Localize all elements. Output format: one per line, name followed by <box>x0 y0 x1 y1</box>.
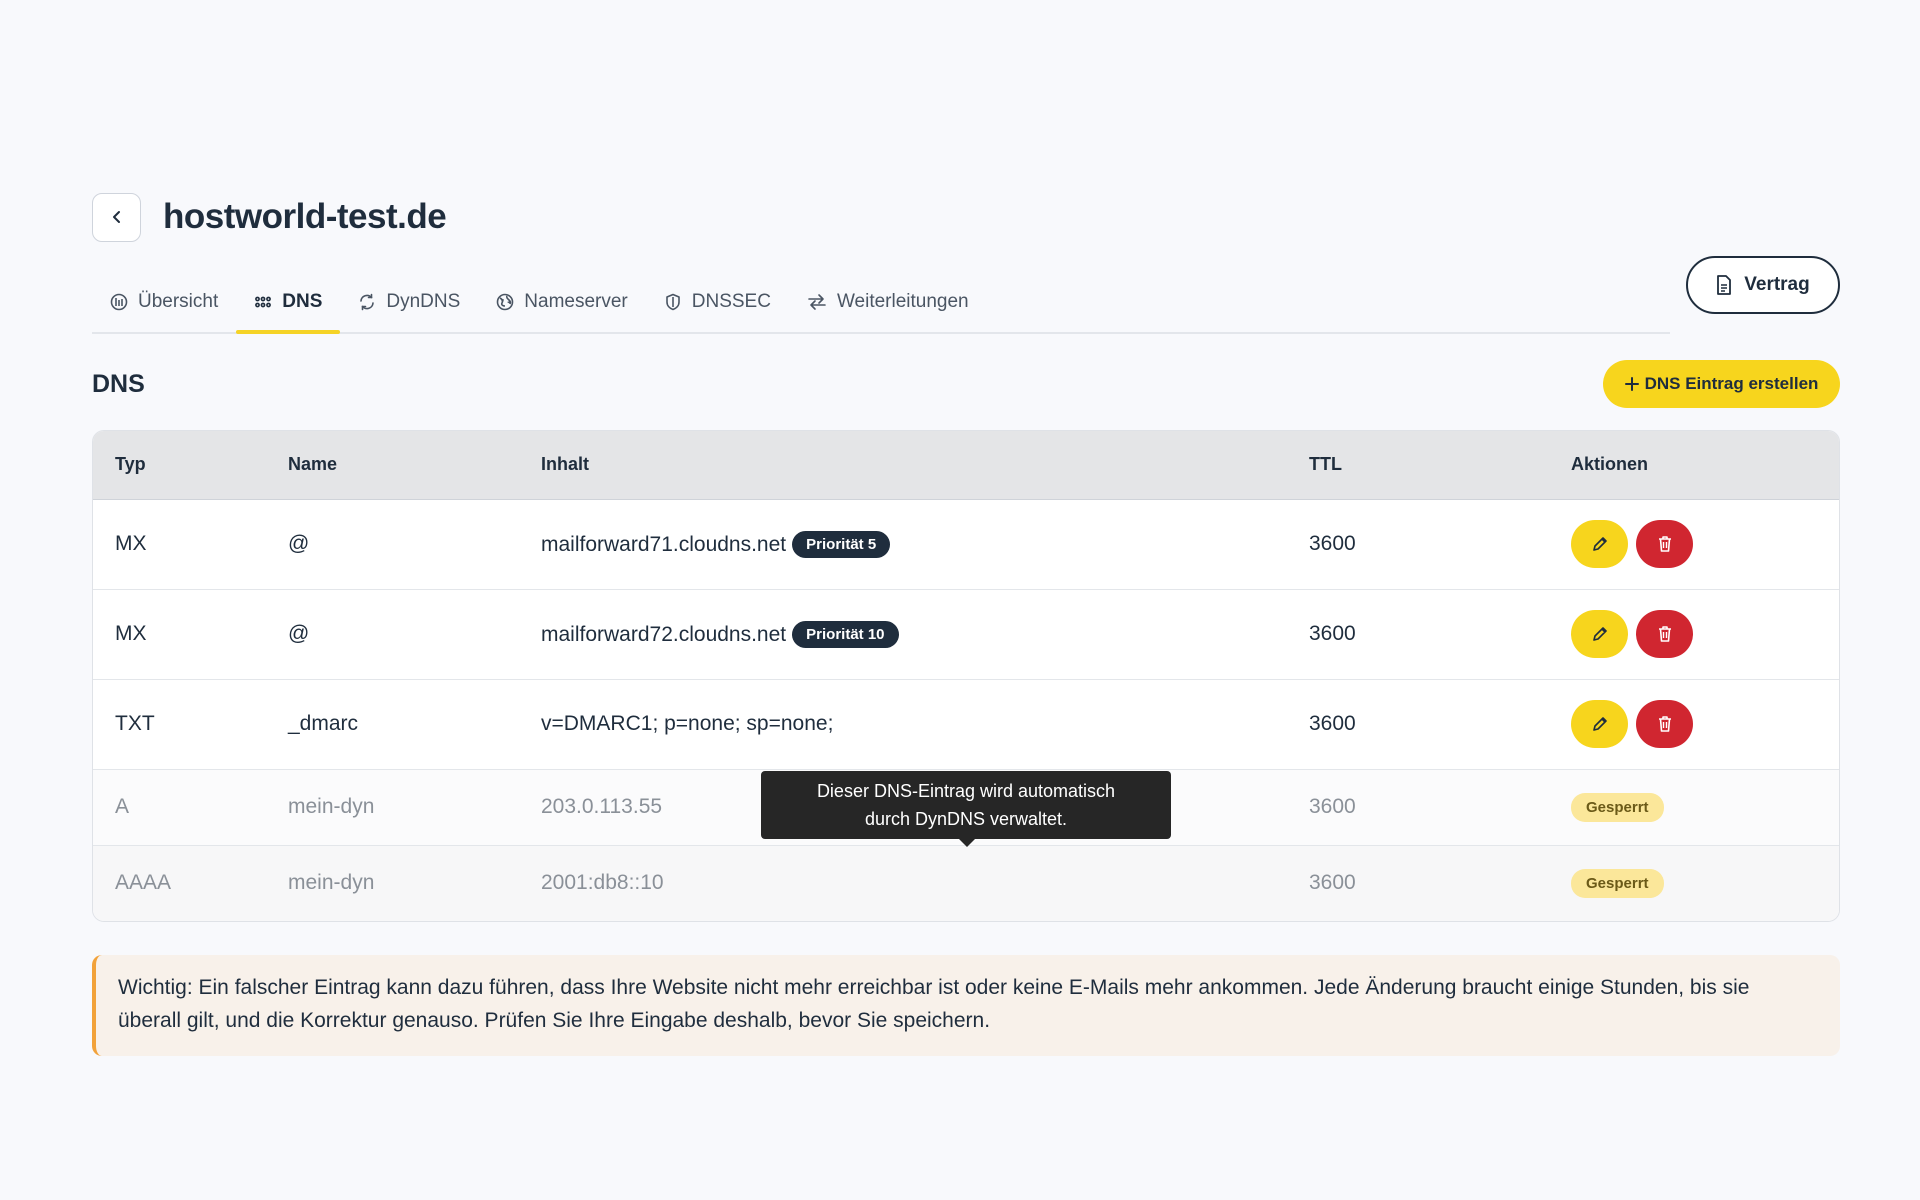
edit-button[interactable] <box>1571 610 1628 658</box>
overview-icon <box>110 293 128 311</box>
arrows-icon <box>808 294 826 310</box>
globe-icon <box>496 293 514 311</box>
table-header-row: Typ Name Inhalt TTL Aktionen <box>93 431 1839 500</box>
delete-button[interactable] <box>1636 610 1693 658</box>
document-icon <box>1717 275 1732 295</box>
pencil-icon <box>1592 537 1607 551</box>
create-button-label: DNS Eintrag erstellen <box>1644 374 1819 393</box>
column-header-type[interactable]: Typ <box>93 431 266 500</box>
locked-badge[interactable]: Gesperrt <box>1571 868 1664 898</box>
cell-name: @ <box>266 589 519 680</box>
cell-name: mein-dyn <box>266 769 519 846</box>
dyndns-tooltip: Dieser DNS-Eintrag wird automatisch durc… <box>761 771 1171 847</box>
pencil-icon <box>1592 717 1607 731</box>
trash-icon <box>1658 536 1671 552</box>
delete-button[interactable] <box>1636 700 1693 748</box>
cell-type: TXT <box>93 679 266 770</box>
content-value: mailforward72.cloudns.net <box>541 622 787 646</box>
content-value: mailforward71.cloudns.net <box>541 532 787 556</box>
tab-dyndns[interactable]: DynDNS <box>340 272 478 332</box>
tooltip-line-2: durch DynDNS verwaltet. <box>864 809 1068 829</box>
tab-label: DNS <box>282 291 323 312</box>
tab-label: DynDNS <box>386 291 461 312</box>
cell-actions: Gesperrt <box>1549 845 1839 921</box>
cell-name: _dmarc <box>266 679 519 770</box>
column-header-name[interactable]: Name <box>266 431 519 500</box>
page-header: hostworld-test.de <box>92 192 1840 242</box>
cell-actions: Gesperrt <box>1549 769 1839 846</box>
column-header-actions: Aktionen <box>1549 431 1839 500</box>
warning-text: Wichtig: Ein falscher Eintrag kann dazu … <box>118 976 1750 1032</box>
cell-ttl: 3600 <box>1287 845 1549 921</box>
contract-button-label: Vertrag <box>1744 274 1810 295</box>
edit-button[interactable] <box>1571 700 1628 748</box>
tab-label: Übersicht <box>138 291 219 312</box>
tab-nameserver[interactable]: Nameserver <box>478 272 645 332</box>
cell-name: @ <box>266 499 519 590</box>
refresh-icon <box>360 293 375 311</box>
priority-badge: Priorität 5 <box>792 530 891 558</box>
tab-bar: Übersicht DNS DynDNS Nameserver DNSSEC W… <box>92 274 1670 334</box>
edit-button[interactable] <box>1571 520 1628 568</box>
pencil-icon <box>1592 627 1607 641</box>
table-row-locked: AAAA mein-dyn 2001:db8::10 3600 Gesperrt <box>93 845 1839 921</box>
tab-dns[interactable]: DNS <box>236 272 341 334</box>
delete-button[interactable] <box>1636 520 1693 568</box>
cell-ttl: 3600 <box>1287 499 1549 590</box>
page-title: hostworld-test.de <box>163 197 447 236</box>
chevron-left-icon <box>112 211 120 223</box>
cell-type: AAAA <box>93 845 266 921</box>
back-button[interactable] <box>92 192 141 242</box>
trash-icon <box>1658 626 1671 642</box>
cell-ttl: 3600 <box>1287 769 1549 846</box>
tab-label: Nameserver <box>524 291 628 312</box>
shield-icon <box>665 293 680 311</box>
cell-type: A <box>93 769 266 846</box>
create-dns-entry-button[interactable]: DNS Eintrag erstellen <box>1603 360 1840 408</box>
priority-badge: Priorität 10 <box>792 620 899 648</box>
cell-ttl: 3600 <box>1287 589 1549 680</box>
column-header-content[interactable]: Inhalt <box>519 431 1287 500</box>
tooltip-line-1: Dieser DNS-Eintrag wird automatisch <box>816 781 1116 801</box>
cell-actions <box>1549 499 1839 590</box>
page: hostworld-test.de Übersicht DNS DynDNS N… <box>92 192 1840 1056</box>
trash-icon <box>1658 716 1671 732</box>
tab-dnssec[interactable]: DNSSEC <box>646 272 789 332</box>
cell-actions <box>1549 589 1839 680</box>
cell-type: MX <box>93 499 266 590</box>
cell-ttl: 3600 <box>1287 679 1549 770</box>
cell-name: mein-dyn <box>266 845 519 921</box>
warning-notice: Wichtig: Ein falscher Eintrag kann dazu … <box>92 955 1840 1056</box>
plus-icon <box>1624 377 1639 391</box>
cell-content: mailforward71.cloudns.net Priorität 5 <box>519 499 1287 590</box>
tab-overview[interactable]: Übersicht <box>92 272 236 332</box>
tabs-row: Übersicht DNS DynDNS Nameserver DNSSEC W… <box>92 256 1840 340</box>
cell-content: mailforward72.cloudns.net Priorität 10 <box>519 589 1287 680</box>
section-header: DNS DNS Eintrag erstellen <box>92 360 1840 408</box>
table-row: MX @ mailforward71.cloudns.net Priorität … <box>93 499 1839 590</box>
table-row: TXT _dmarc v=DMARC1; p=none; sp=none; 36… <box>93 679 1839 770</box>
section-title: DNS <box>92 369 145 398</box>
cell-content: v=DMARC1; p=none; sp=none; <box>519 679 1287 770</box>
cell-type: MX <box>93 589 266 680</box>
tab-label: DNSSEC <box>691 291 771 312</box>
cell-actions <box>1549 679 1839 770</box>
dns-table: Typ Name Inhalt TTL Aktionen MX @ mailfo… <box>92 430 1840 922</box>
tab-label: Weiterleitungen <box>836 291 969 312</box>
cell-content: 2001:db8::10 <box>519 845 1287 921</box>
locked-badge[interactable]: Gesperrt <box>1571 792 1664 822</box>
table-row: MX @ mailforward72.cloudns.net Priorität … <box>93 589 1839 680</box>
grid-icon <box>255 296 272 308</box>
column-header-ttl[interactable]: TTL <box>1287 431 1549 500</box>
tab-redirects[interactable]: Weiterleitungen <box>789 272 987 332</box>
contract-button[interactable]: Vertrag <box>1686 256 1840 314</box>
